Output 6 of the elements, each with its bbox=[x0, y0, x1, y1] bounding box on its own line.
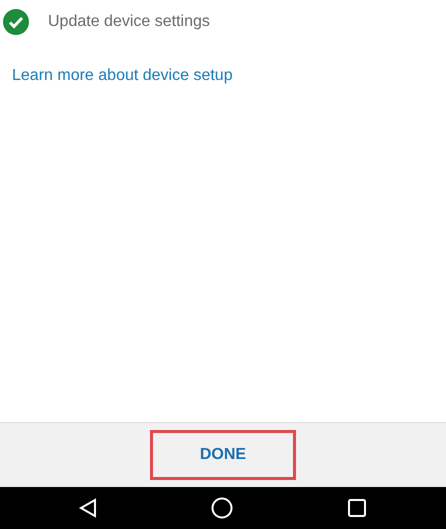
home-icon[interactable] bbox=[211, 497, 233, 519]
learn-more-link[interactable]: Learn more about device setup bbox=[12, 67, 233, 85]
step-label: Update device settings bbox=[48, 13, 210, 31]
back-icon[interactable] bbox=[79, 498, 97, 518]
done-button[interactable]: DONE bbox=[156, 436, 290, 474]
recents-icon[interactable] bbox=[347, 498, 367, 518]
